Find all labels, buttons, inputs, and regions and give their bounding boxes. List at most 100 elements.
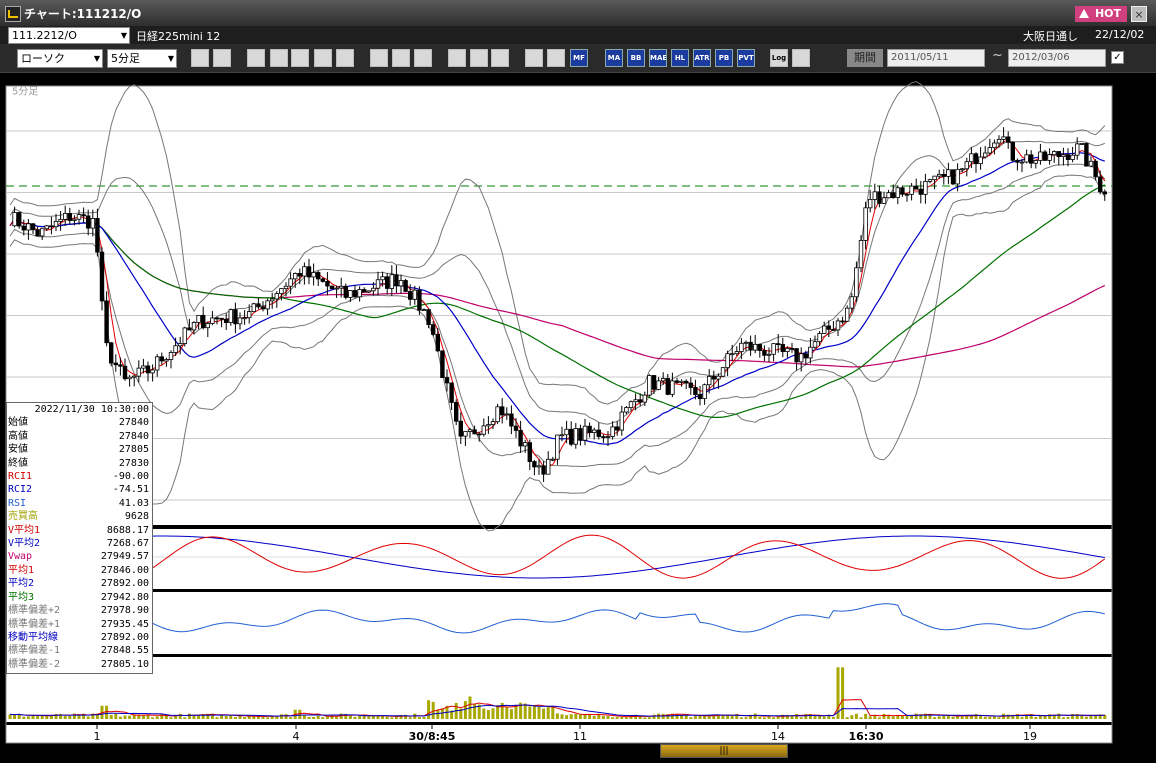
horizontal-scroll-thumb[interactable]: |||	[660, 744, 788, 758]
toolbar-bb-button[interactable]: BB	[627, 49, 645, 67]
candle-body	[352, 290, 358, 298]
candle-body	[279, 288, 284, 295]
candle-body	[730, 353, 735, 356]
info-value: 27892.00	[100, 631, 149, 643]
candle-body	[858, 240, 864, 269]
date-to-field[interactable]: 2012/03/06	[1008, 49, 1106, 67]
volume-bar	[381, 715, 385, 719]
volume-bar	[307, 716, 311, 719]
volume-bar	[215, 717, 219, 719]
toolbar-grid-button[interactable]	[270, 49, 288, 67]
x-axis-strip	[6, 725, 1112, 743]
toolbar-log-button[interactable]: Log	[770, 49, 788, 67]
toolbar-ma-button[interactable]: MA	[605, 49, 623, 67]
candle-body	[274, 293, 279, 300]
volume-bar	[542, 708, 546, 719]
candle-body	[1001, 136, 1006, 140]
candle-body	[610, 426, 615, 437]
volume-bar	[128, 715, 132, 719]
toolbar-atr-button[interactable]: ATR	[693, 49, 711, 67]
volume-bar	[169, 717, 173, 719]
period-button[interactable]: 期間	[847, 49, 883, 67]
volume-bar	[155, 716, 159, 719]
candle-body	[1052, 151, 1057, 156]
candle-body	[141, 365, 146, 369]
volume-bar	[422, 716, 426, 719]
volume-bar	[647, 717, 651, 719]
timeframe-select[interactable]: 5分足 ▼	[107, 49, 177, 68]
info-row: 売買高 9628	[7, 510, 152, 523]
toolbar-pb-button[interactable]: PB	[715, 49, 733, 67]
toolbar-color-button[interactable]	[547, 49, 565, 67]
toolbar-box-button[interactable]	[414, 49, 432, 67]
volume-bar	[910, 715, 914, 719]
volume-tick-label: 10000	[1114, 687, 1149, 700]
price-tick-label: 28000	[1114, 253, 1149, 266]
toolbar-cut-button[interactable]	[448, 49, 466, 67]
date-from-field[interactable]: 2011/05/11	[887, 49, 985, 67]
toolbar-crosshair-button[interactable]	[213, 49, 231, 67]
x-tick-label: 19	[1023, 730, 1037, 743]
toolbar-hl-button[interactable]: HL	[671, 49, 689, 67]
candle-body	[449, 382, 454, 403]
volume-bar	[105, 705, 109, 719]
toolbar-pattern-button[interactable]	[247, 49, 265, 67]
candle-body	[946, 169, 951, 177]
info-label: 標準偏差-1	[8, 645, 61, 657]
candle-body	[173, 345, 178, 353]
candle-body	[615, 426, 620, 431]
candle-body	[1093, 160, 1098, 178]
toolbar-line-button[interactable]	[336, 49, 354, 67]
toolbar-mf-button[interactable]: MF	[570, 49, 588, 67]
candle-body	[743, 341, 749, 344]
close-button[interactable]: ×	[1131, 6, 1147, 22]
price-chart-svg[interactable]: 5分足 28100 28050 28000 27950 27900 27850 27800 80…	[0, 74, 1156, 760]
volume-bar	[758, 716, 762, 719]
volume-bar	[979, 716, 983, 719]
candle-body	[619, 411, 624, 431]
toolbar-cross-check-button[interactable]	[792, 49, 810, 67]
info-value: 9628	[124, 511, 149, 523]
info-value: 27978.90	[100, 605, 149, 617]
volume-bar	[601, 715, 605, 719]
candle-body	[210, 317, 215, 324]
candle-body	[481, 425, 486, 435]
candle-body	[546, 458, 551, 475]
candle-body	[472, 429, 477, 435]
toolbar-paint-button[interactable]	[525, 49, 543, 67]
candle-body	[251, 303, 256, 313]
toolbar-brush-button[interactable]	[392, 49, 410, 67]
toolbar-pvt-button[interactable]: PVT	[737, 49, 755, 67]
volume-bar	[187, 713, 191, 719]
chart-type-select[interactable]: ローソク ▼	[17, 49, 103, 68]
toolbar-cursor-button[interactable]	[370, 49, 388, 67]
price-tick-label: 28100	[1114, 130, 1149, 143]
hot-button[interactable]: HOT	[1075, 6, 1127, 22]
volume-bar	[1084, 716, 1088, 719]
volume-bar	[523, 703, 527, 719]
chart-area[interactable]: 5分足 28100 28050 28000 27950 27900 27850 27800 80…	[0, 74, 1156, 760]
candle-body	[394, 274, 399, 287]
candle-body	[1006, 136, 1011, 143]
volume-bar	[86, 716, 90, 719]
candle-body	[670, 380, 675, 395]
timeframe-value: 5分足	[111, 52, 140, 65]
toolbar-mae-button[interactable]: MAE	[649, 49, 667, 67]
info-label: 移動平均線	[8, 631, 58, 643]
toolbar-magnify-button[interactable]	[191, 49, 209, 67]
volume-pane	[6, 657, 1112, 722]
info-value: 27848.55	[100, 645, 149, 657]
toolbar-bars-button[interactable]	[291, 49, 309, 67]
toolbar-gear-button[interactable]	[491, 49, 509, 67]
info-label: 平均1	[8, 564, 35, 576]
toolbar-all-button[interactable]	[470, 49, 488, 67]
toolbar-caution-button[interactable]	[314, 49, 332, 67]
symbol-code-select[interactable]: 111.2212/O ▼	[8, 27, 130, 44]
period-checkbox[interactable]: ✓	[1111, 51, 1124, 64]
volume-bar	[316, 715, 320, 719]
candle-body	[269, 298, 275, 302]
candle-body	[154, 356, 160, 371]
volume-bar	[818, 716, 822, 719]
volume-bar	[36, 715, 40, 719]
candle-body	[693, 387, 698, 395]
